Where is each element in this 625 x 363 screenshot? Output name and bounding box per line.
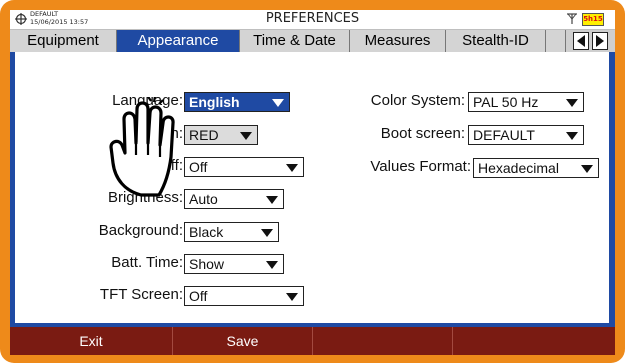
tab-spacer — [546, 30, 566, 52]
save-button[interactable]: Save — [173, 327, 313, 355]
pointing-hand-icon — [109, 97, 175, 197]
chevron-down-icon — [286, 164, 298, 172]
tft-screen-select[interactable]: Off — [184, 286, 304, 306]
tab-bar: Equipment Appearance Time & Date Measure… — [10, 30, 615, 52]
color-system-value: PAL 50 Hz — [473, 94, 539, 110]
brightness-select[interactable]: Auto — [184, 189, 284, 209]
color-system-select[interactable]: PAL 50 Hz — [468, 92, 584, 112]
battery-indicator: 5h15 — [582, 13, 604, 26]
background-label: Background: — [98, 222, 183, 239]
tab-measures[interactable]: Measures — [350, 30, 446, 52]
tab-stealth-id[interactable]: Stealth-ID — [446, 30, 546, 52]
color-system-label: Color System: — [370, 92, 465, 109]
function-key-bar: Exit Save — [10, 327, 615, 355]
boot-screen-label: Boot screen: — [380, 125, 465, 142]
exit-button[interactable]: Exit — [10, 327, 173, 355]
language-value: English — [189, 94, 240, 110]
language-select[interactable]: English — [184, 92, 290, 112]
values-format-select[interactable]: Hexadecimal — [473, 158, 599, 178]
triangle-right-icon — [596, 35, 604, 47]
values-format-label: Values Format: — [370, 158, 471, 175]
background-value: Black — [189, 224, 224, 240]
skin-value: RED — [189, 127, 219, 143]
device-frame: DEFAULT 15/06/2015 13:57 PREFERENCES 5h1… — [0, 0, 625, 363]
chevron-down-icon — [240, 132, 252, 140]
function-key-3[interactable] — [313, 327, 453, 355]
tab-prev-button[interactable] — [573, 32, 589, 50]
appearance-panel: Language: English Skin: RED Power Off: O… — [15, 52, 609, 323]
chevron-down-icon — [266, 261, 278, 269]
status-bar: DEFAULT 15/06/2015 13:57 PREFERENCES 5h1… — [10, 10, 615, 30]
boot-screen-value: DEFAULT — [473, 127, 535, 143]
screen: DEFAULT 15/06/2015 13:57 PREFERENCES 5h1… — [10, 10, 615, 355]
tft-screen-label: TFT Screen: — [99, 286, 183, 303]
chevron-down-icon — [566, 99, 578, 107]
background-select[interactable]: Black — [184, 222, 279, 242]
chevron-down-icon — [581, 165, 593, 173]
values-format-value: Hexadecimal — [478, 160, 559, 176]
brightness-value: Auto — [189, 191, 218, 207]
batt-time-label: Batt. Time: — [111, 254, 183, 271]
antenna-icon — [567, 13, 577, 24]
chevron-down-icon — [566, 132, 578, 140]
boot-screen-select[interactable]: DEFAULT — [468, 125, 584, 145]
tft-screen-value: Off — [189, 288, 208, 304]
chevron-down-icon — [286, 293, 298, 301]
batt-time-value: Show — [189, 256, 225, 272]
batt-time-select[interactable]: Show — [184, 254, 284, 274]
chevron-down-icon — [266, 196, 278, 204]
tab-appearance[interactable]: Appearance — [117, 30, 240, 52]
chevron-down-icon — [261, 229, 273, 237]
function-key-4[interactable] — [453, 327, 615, 355]
skin-select[interactable]: RED — [184, 125, 258, 145]
page-title: PREFERENCES — [265, 11, 360, 26]
triangle-left-icon — [577, 35, 585, 47]
power-off-select[interactable]: Off — [184, 157, 304, 177]
chevron-down-icon — [272, 99, 284, 107]
tab-equipment[interactable]: Equipment — [10, 30, 117, 52]
tab-next-button[interactable] — [592, 32, 608, 50]
tab-time-date[interactable]: Time & Date — [240, 30, 350, 52]
